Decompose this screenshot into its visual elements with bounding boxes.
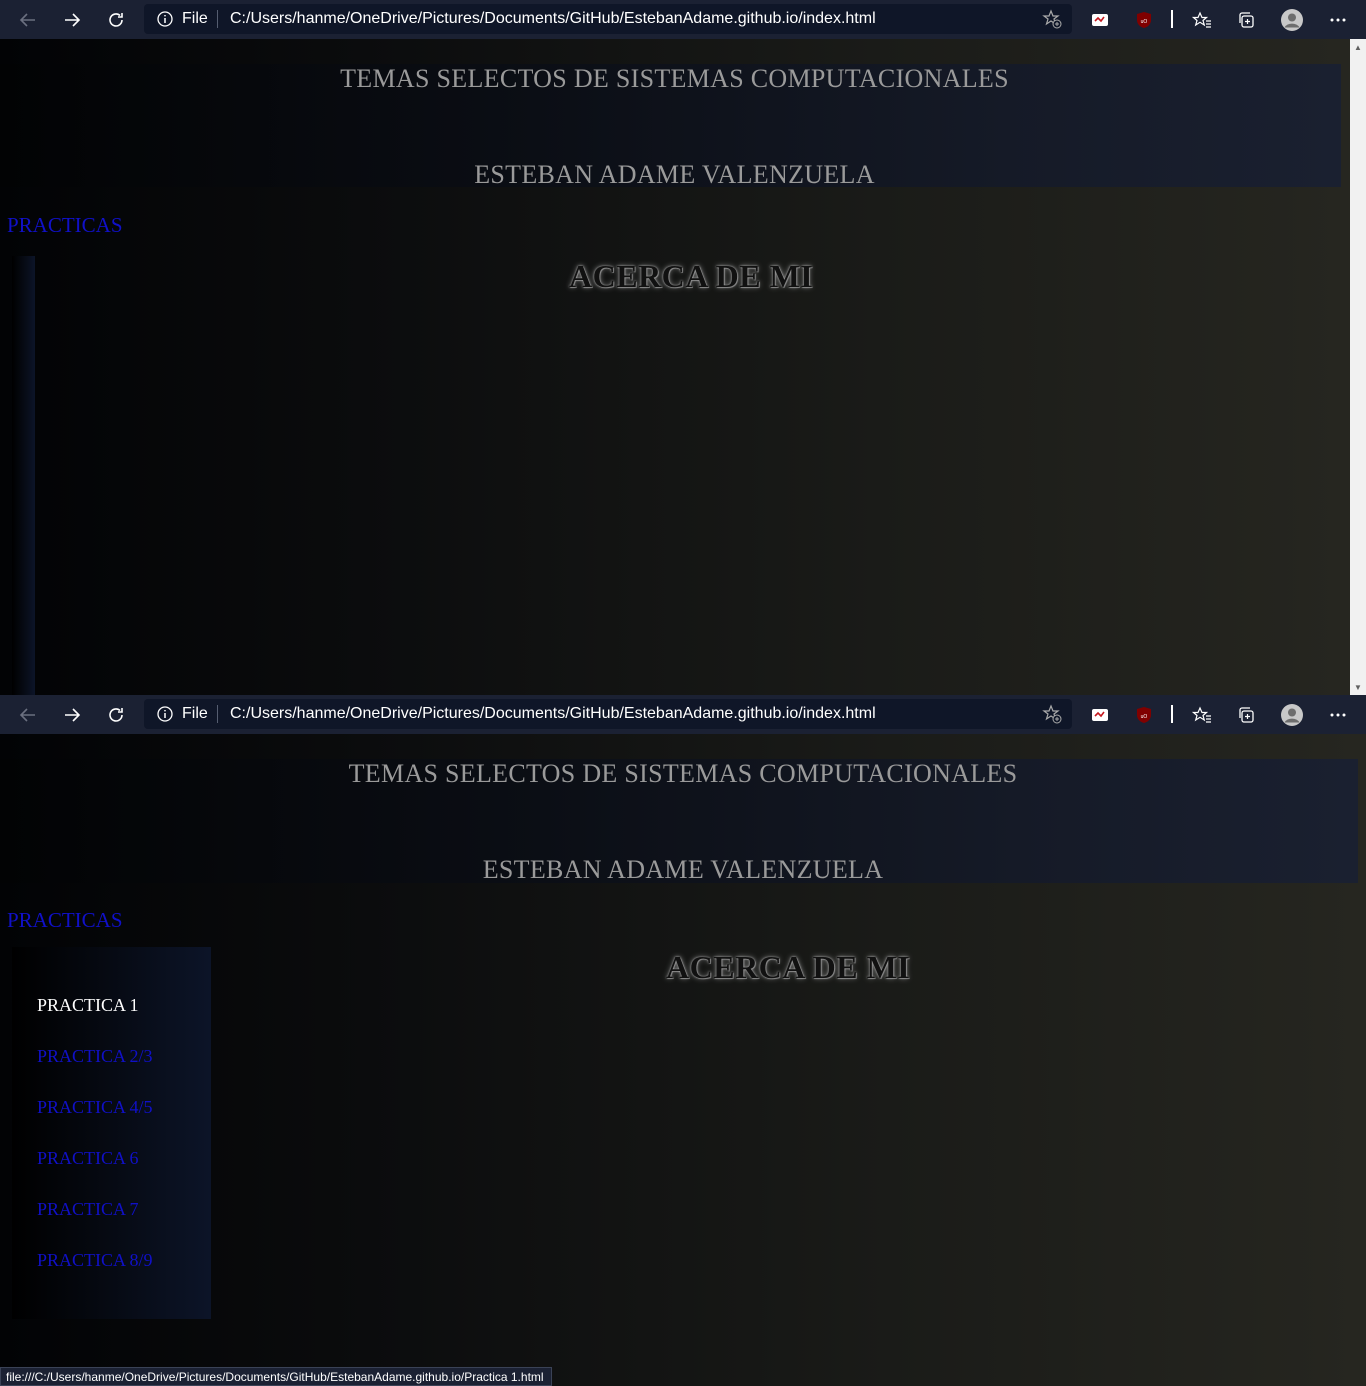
back-icon[interactable] xyxy=(16,703,40,727)
toolbar-divider xyxy=(1171,10,1173,28)
header-title: TEMAS SELECTOS DE SISTEMAS COMPUTACIONAL… xyxy=(340,64,1009,93)
address-separator xyxy=(217,10,218,28)
scroll-down-arrow-icon[interactable]: ▼ xyxy=(1350,679,1366,695)
menu-item-practica-7[interactable]: PRACTICA 7 xyxy=(37,1199,139,1220)
file-label: File xyxy=(182,705,208,722)
ublock-shield-icon[interactable]: uO xyxy=(1132,703,1156,727)
forward-icon[interactable] xyxy=(60,8,84,32)
vertical-scrollbar[interactable]: ▲ ▼ xyxy=(1350,39,1366,695)
address-bar[interactable]: File C:/Users/hanme/OneDrive/Pictures/Do… xyxy=(144,699,1072,729)
menu-item-practica-8-9[interactable]: PRACTICA 8/9 xyxy=(37,1250,153,1271)
add-favorite-icon[interactable] xyxy=(1042,704,1062,729)
browser-window-collapsed: File C:/Users/hanme/OneDrive/Pictures/Do… xyxy=(0,0,1366,695)
practicas-link[interactable]: PRACTICAS xyxy=(7,908,123,933)
info-icon[interactable] xyxy=(157,11,173,32)
collections-icon[interactable] xyxy=(1234,703,1258,727)
page-content: TEMAS SELECTOS DE SISTEMAS COMPUTACIONAL… xyxy=(0,39,1350,695)
menu-item-practica-4-5[interactable]: PRACTICA 4/5 xyxy=(37,1097,153,1118)
add-favorite-icon[interactable] xyxy=(1042,9,1062,34)
acerca-heading: ACERCA DE MI xyxy=(569,258,814,294)
file-label: File xyxy=(182,10,208,27)
pdf-extension-icon[interactable] xyxy=(1088,8,1112,32)
browser-toolbar: File C:/Users/hanme/OneDrive/Pictures/Do… xyxy=(0,695,1366,734)
practicas-link[interactable]: PRACTICAS xyxy=(7,213,123,238)
menu-item-practica-1[interactable]: PRACTICA 1 xyxy=(37,995,139,1016)
more-menu-icon[interactable] xyxy=(1326,8,1350,32)
header-banner: TEMAS SELECTOS DE SISTEMAS COMPUTACIONAL… xyxy=(0,64,1341,189)
url-text[interactable]: C:/Users/hanme/OneDrive/Pictures/Documen… xyxy=(230,705,876,723)
toolbar-divider xyxy=(1171,705,1173,723)
status-bar-link-preview: file:///C:/Users/hanme/OneDrive/Pictures… xyxy=(0,1367,552,1386)
svg-text:uO: uO xyxy=(1141,714,1148,720)
header-title: TEMAS SELECTOS DE SISTEMAS COMPUTACIONAL… xyxy=(348,759,1018,788)
more-menu-icon[interactable] xyxy=(1326,703,1350,727)
ublock-shield-icon[interactable]: uO xyxy=(1132,8,1156,32)
collections-icon[interactable] xyxy=(1234,8,1258,32)
menu-item-practica-6[interactable]: PRACTICA 6 xyxy=(37,1148,139,1169)
address-separator xyxy=(217,705,218,723)
profile-avatar-icon[interactable] xyxy=(1280,8,1304,32)
scroll-up-arrow-icon[interactable]: ▲ xyxy=(1350,39,1366,55)
svg-text:uO: uO xyxy=(1141,19,1148,25)
header-name: ESTEBAN ADAME VALENZUELA xyxy=(474,160,875,189)
back-icon[interactable] xyxy=(16,8,40,32)
browser-window-expanded: File C:/Users/hanme/OneDrive/Pictures/Do… xyxy=(0,695,1366,1386)
header-banner: TEMAS SELECTOS DE SISTEMAS COMPUTACIONAL… xyxy=(0,759,1358,884)
url-text[interactable]: C:/Users/hanme/OneDrive/Pictures/Documen… xyxy=(230,10,876,28)
sidebar-collapsed xyxy=(12,256,35,695)
favorites-icon[interactable] xyxy=(1190,703,1214,727)
acerca-heading: ACERCA DE MI xyxy=(666,949,911,985)
menu-item-practica-2-3[interactable]: PRACTICA 2/3 xyxy=(37,1046,153,1067)
pdf-extension-icon[interactable] xyxy=(1088,703,1112,727)
profile-avatar-icon[interactable] xyxy=(1280,703,1304,727)
page-content: TEMAS SELECTOS DE SISTEMAS COMPUTACIONAL… xyxy=(0,734,1366,1386)
info-icon[interactable] xyxy=(157,706,173,727)
header-name: ESTEBAN ADAME VALENZUELA xyxy=(482,855,884,884)
refresh-icon[interactable] xyxy=(104,703,128,727)
address-bar[interactable]: File C:/Users/hanme/OneDrive/Pictures/Do… xyxy=(144,4,1072,34)
forward-icon[interactable] xyxy=(60,703,84,727)
browser-toolbar: File C:/Users/hanme/OneDrive/Pictures/Do… xyxy=(0,0,1366,39)
refresh-icon[interactable] xyxy=(104,8,128,32)
favorites-icon[interactable] xyxy=(1190,8,1214,32)
sidebar-menu: PRACTICA 1 PRACTICA 2/3 PRACTICA 4/5 PRA… xyxy=(12,947,211,1319)
scroll-thumb[interactable] xyxy=(1353,57,1363,617)
